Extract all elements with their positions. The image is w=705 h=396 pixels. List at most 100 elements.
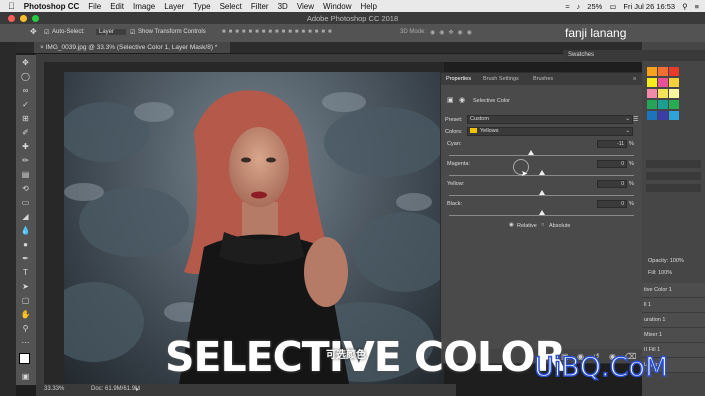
layer-row-selective-color[interactable]: tive Color 1 bbox=[642, 283, 705, 298]
swatch[interactable] bbox=[658, 100, 668, 109]
magenta-slider-thumb[interactable] bbox=[538, 170, 545, 175]
battery-percent[interactable]: 25% bbox=[587, 2, 602, 11]
swatch[interactable] bbox=[658, 67, 668, 76]
stamp-tool-icon[interactable]: ▤ bbox=[19, 169, 32, 181]
history-brush-tool-icon[interactable]: ⟲ bbox=[19, 183, 32, 195]
yellow-slider-track[interactable] bbox=[449, 195, 634, 196]
swatch[interactable] bbox=[669, 111, 679, 120]
zoom-tool-icon[interactable]: ⚲ bbox=[19, 323, 32, 335]
fill-control[interactable]: Fill: 100% bbox=[648, 270, 672, 276]
relative-radio[interactable]: ◉ bbox=[509, 222, 514, 228]
menu-app-name[interactable]: Photoshop CC bbox=[24, 2, 80, 11]
panel-menu-icon[interactable]: ≡ bbox=[633, 76, 636, 82]
zoom-level[interactable]: 33.33% bbox=[44, 386, 64, 392]
yellow-value[interactable]: 0 bbox=[597, 180, 627, 188]
tab-properties[interactable]: Properties bbox=[446, 76, 471, 82]
swatch[interactable] bbox=[669, 78, 679, 87]
dodge-tool-icon[interactable]: ● bbox=[19, 239, 32, 251]
layer-row-channel-mixer[interactable]: Mixer 1 bbox=[642, 328, 705, 343]
black-slider-track[interactable] bbox=[449, 215, 634, 216]
quick-mask-icon[interactable]: ▣ bbox=[19, 371, 32, 383]
swatch[interactable] bbox=[647, 89, 657, 98]
foreground-color-swatch[interactable] bbox=[19, 353, 30, 364]
preset-dropdown[interactable]: Custom ⌄ bbox=[467, 115, 633, 124]
tab-swatches[interactable]: Swatches bbox=[568, 52, 594, 58]
yellow-slider-thumb[interactable] bbox=[538, 190, 545, 195]
volume-icon[interactable]: ♪ bbox=[577, 2, 581, 11]
magenta-slider-track[interactable] bbox=[449, 175, 634, 176]
menu-3d[interactable]: 3D bbox=[278, 2, 288, 11]
3d-tool-icons[interactable]: ◉◉✥◉◉ bbox=[430, 29, 476, 36]
lasso-tool-icon[interactable]: ∞ bbox=[19, 85, 32, 97]
menu-window[interactable]: Window bbox=[323, 2, 351, 11]
menu-edit[interactable]: Edit bbox=[110, 2, 124, 11]
menu-filter[interactable]: Filter bbox=[251, 2, 269, 11]
quick-select-tool-icon[interactable]: ✓ bbox=[19, 99, 32, 111]
cyan-slider-thumb[interactable] bbox=[528, 150, 535, 155]
black-slider-thumb[interactable] bbox=[538, 210, 545, 215]
blur-tool-icon[interactable]: 💧 bbox=[19, 225, 32, 237]
eraser-tool-icon[interactable]: ▭ bbox=[19, 197, 32, 209]
preset-options-icon[interactable]: ☰ bbox=[633, 116, 638, 123]
layers-kind-filter[interactable] bbox=[646, 160, 701, 168]
swatch[interactable] bbox=[647, 78, 657, 87]
gradient-tool-icon[interactable]: ◢ bbox=[19, 211, 32, 223]
status-arrow-icon[interactable]: ▸ bbox=[136, 386, 139, 393]
tab-brushes[interactable]: Brushes bbox=[533, 76, 553, 82]
swatch[interactable] bbox=[658, 78, 668, 87]
menu-file[interactable]: File bbox=[88, 2, 101, 11]
colors-dropdown[interactable]: Yellows ⌄ bbox=[467, 127, 633, 136]
search-icon[interactable]: ⚲ bbox=[682, 2, 688, 11]
opacity-control[interactable]: Opacity: 100% bbox=[648, 258, 684, 264]
menu-type[interactable]: Type bbox=[193, 2, 210, 11]
layer-row-2[interactable]: ll 1 bbox=[642, 298, 705, 313]
move-tool-icon[interactable]: ✥ bbox=[19, 57, 32, 69]
menu-select[interactable]: Select bbox=[220, 2, 242, 11]
cyan-value[interactable]: -11 bbox=[597, 140, 627, 148]
menu-layer[interactable]: Layer bbox=[164, 2, 184, 11]
type-tool-icon[interactable]: T bbox=[19, 267, 32, 279]
cyan-pct: % bbox=[629, 141, 634, 147]
swatch[interactable] bbox=[647, 100, 657, 109]
clock[interactable]: Fri Jul 26 16:53 bbox=[623, 2, 675, 11]
hand-tool-icon[interactable]: ✋ bbox=[19, 309, 32, 321]
magenta-label: Magenta: bbox=[447, 161, 470, 167]
swatch[interactable] bbox=[669, 89, 679, 98]
menu-help[interactable]: Help bbox=[360, 2, 376, 11]
swatch[interactable] bbox=[669, 100, 679, 109]
mask-icon[interactable]: ◉ bbox=[459, 96, 465, 104]
eyedropper-tool-icon[interactable]: ✐ bbox=[19, 127, 32, 139]
swatch[interactable] bbox=[669, 67, 679, 76]
absolute-radio[interactable]: ○ bbox=[541, 222, 544, 228]
menu-image[interactable]: Image bbox=[133, 2, 155, 11]
more-tools-icon[interactable]: ⋯ bbox=[19, 337, 32, 349]
swatch[interactable] bbox=[658, 89, 668, 98]
black-value[interactable]: 0 bbox=[597, 200, 627, 208]
shape-tool-icon[interactable]: ▢ bbox=[19, 295, 32, 307]
marquee-tool-icon[interactable]: ◯ bbox=[19, 71, 32, 83]
magenta-value[interactable]: 0 bbox=[597, 160, 627, 168]
wifi-icon[interactable]: ≈ bbox=[565, 2, 569, 11]
layers-lock-row[interactable] bbox=[646, 184, 701, 192]
brush-tool-icon[interactable]: ✏ bbox=[19, 155, 32, 167]
auto-select-dropdown[interactable]: Layer bbox=[96, 29, 127, 35]
swatch[interactable] bbox=[647, 67, 657, 76]
layers-blend-mode[interactable] bbox=[646, 172, 701, 180]
apple-menu-icon[interactable]:  bbox=[8, 1, 15, 11]
auto-select-checkbox[interactable]: ☑ bbox=[44, 29, 49, 36]
tab-brush-settings[interactable]: Brush Settings bbox=[483, 76, 519, 82]
swatch[interactable] bbox=[658, 111, 668, 120]
align-icons[interactable]: ■■■■■■■■■■■■■■■■■ bbox=[222, 29, 335, 35]
layer-row-saturation[interactable]: uration 1 bbox=[642, 313, 705, 328]
menu-list-icon[interactable]: ≡ bbox=[695, 2, 699, 11]
swatch[interactable] bbox=[647, 111, 657, 120]
menu-view[interactable]: View bbox=[297, 2, 314, 11]
pen-tool-icon[interactable]: ✒ bbox=[19, 253, 32, 265]
transform-controls-checkbox[interactable]: ☑ bbox=[130, 29, 135, 36]
healing-tool-icon[interactable]: ✚ bbox=[19, 141, 32, 153]
document-tab[interactable]: × IMG_0039.jpg @ 33.3% (Selective Color … bbox=[34, 42, 230, 53]
crop-tool-icon[interactable]: ⊞ bbox=[19, 113, 32, 125]
move-tool-icon[interactable]: ✥ bbox=[30, 27, 37, 36]
path-select-tool-icon[interactable]: ➤ bbox=[19, 281, 32, 293]
cyan-slider-track[interactable] bbox=[449, 155, 634, 156]
